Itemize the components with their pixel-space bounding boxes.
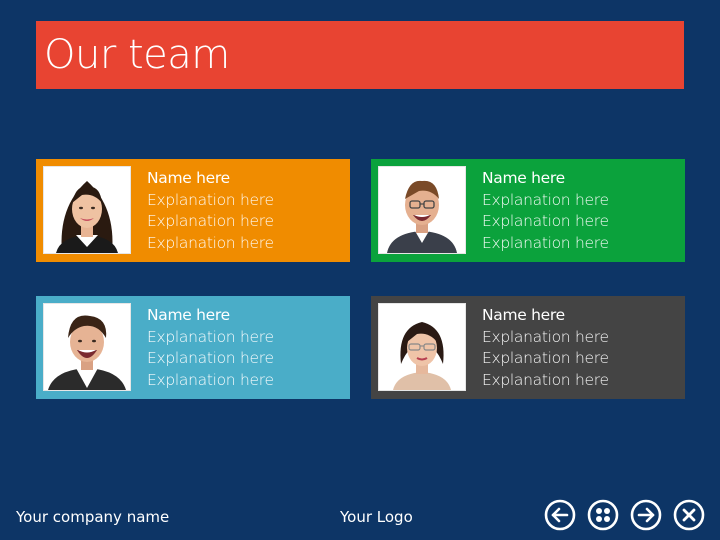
member-info: Name here Explanation here Explanation h… — [482, 168, 609, 254]
next-button[interactable] — [630, 499, 662, 531]
member-description: Explanation here — [147, 212, 274, 230]
member-description: Explanation here — [147, 327, 274, 346]
member-description: Explanation here — [147, 190, 274, 209]
member-info: Name here Explanation here Explanation h… — [482, 305, 609, 391]
previous-button[interactable] — [544, 499, 576, 531]
member-description: Explanation here — [482, 370, 609, 389]
member-name: Name here — [482, 169, 565, 187]
team-card: Name here Explanation here Explanation h… — [371, 159, 685, 262]
avatar — [378, 303, 466, 391]
member-name: Name here — [482, 306, 565, 324]
member-description: Explanation here — [482, 327, 609, 346]
logo-placeholder: Your Logo — [340, 508, 413, 526]
close-button[interactable] — [673, 499, 705, 531]
member-name: Name here — [147, 306, 230, 324]
member-description: Explanation here — [147, 370, 274, 389]
arrow-left-icon — [544, 499, 576, 531]
close-icon — [673, 499, 705, 531]
menu-button[interactable] — [587, 499, 619, 531]
avatar — [43, 166, 131, 254]
title-banner: Our team — [36, 21, 684, 89]
team-card: Name here Explanation here Explanation h… — [36, 159, 350, 262]
member-description: Explanation here — [147, 233, 274, 252]
member-info: Name here Explanation here Explanation h… — [147, 168, 274, 254]
member-description: Explanation here — [482, 190, 609, 209]
arrow-right-icon — [630, 499, 662, 531]
page-title: Our team — [44, 32, 230, 78]
avatar — [378, 166, 466, 254]
avatar — [43, 303, 131, 391]
member-info: Name here Explanation here Explanation h… — [147, 305, 274, 391]
member-description: Explanation here — [147, 349, 274, 367]
company-name: Your company name — [16, 508, 170, 526]
member-description: Explanation here — [482, 233, 609, 252]
menu-grid-icon — [587, 499, 619, 531]
member-description: Explanation here — [482, 212, 609, 230]
member-name: Name here — [147, 169, 230, 187]
team-card: Name here Explanation here Explanation h… — [371, 296, 685, 399]
team-card: Name here Explanation here Explanation h… — [36, 296, 350, 399]
member-description: Explanation here — [482, 349, 609, 367]
